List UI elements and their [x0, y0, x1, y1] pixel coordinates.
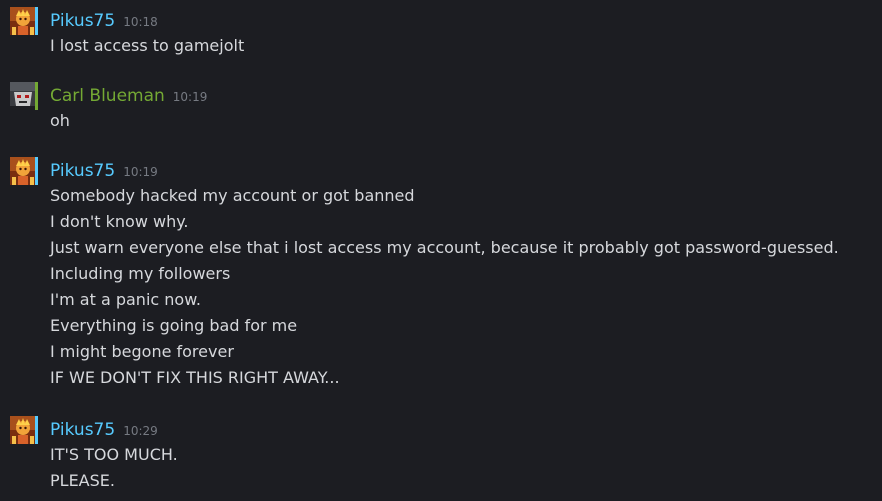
- status-indicator: [35, 416, 38, 444]
- author-name[interactable]: Carl Blueman: [50, 86, 165, 106]
- timestamp: 10:29: [123, 424, 158, 438]
- chat-log: Pikus75 10:18 I lost access to gamejolt: [0, 0, 882, 501]
- message-line: I might begone forever: [50, 342, 234, 361]
- status-indicator: [35, 82, 38, 110]
- message-line: I don't know why.: [50, 212, 189, 231]
- status-indicator: [35, 7, 38, 35]
- message-line: PLEASE.: [50, 471, 115, 490]
- timestamp: 10:19: [123, 165, 158, 179]
- pikus-avatar-icon: [10, 157, 36, 185]
- timestamp: 10:19: [172, 90, 208, 104]
- avatar[interactable]: [10, 416, 38, 444]
- timestamp: 10:18: [123, 15, 158, 29]
- carl-avatar-icon: [10, 82, 36, 110]
- message-line: Including my followers: [50, 264, 231, 283]
- message-line: I'm at a panic now.: [50, 290, 201, 309]
- avatar[interactable]: [10, 157, 38, 185]
- message-line: I lost access to gamejolt: [50, 36, 245, 55]
- message-line: oh: [50, 111, 70, 130]
- pikus-avatar-icon: [10, 7, 36, 35]
- author-name[interactable]: Pikus75: [50, 11, 115, 31]
- author-name[interactable]: Pikus75: [50, 161, 115, 181]
- author-name[interactable]: Pikus75: [50, 420, 115, 440]
- message-line: IF WE DON'T FIX THIS RIGHT AWAY...: [50, 368, 340, 387]
- message-line: Somebody hacked my account or got banned: [50, 186, 415, 205]
- message-line: IT'S TOO MUCH.: [50, 445, 178, 464]
- pikus-avatar-icon: [10, 416, 36, 444]
- avatar[interactable]: [10, 82, 38, 110]
- message-line: Just warn everyone else that i lost acce…: [50, 238, 839, 257]
- avatar[interactable]: [10, 7, 38, 35]
- message-line: Everything is going bad for me: [50, 316, 298, 335]
- status-indicator: [35, 157, 38, 185]
